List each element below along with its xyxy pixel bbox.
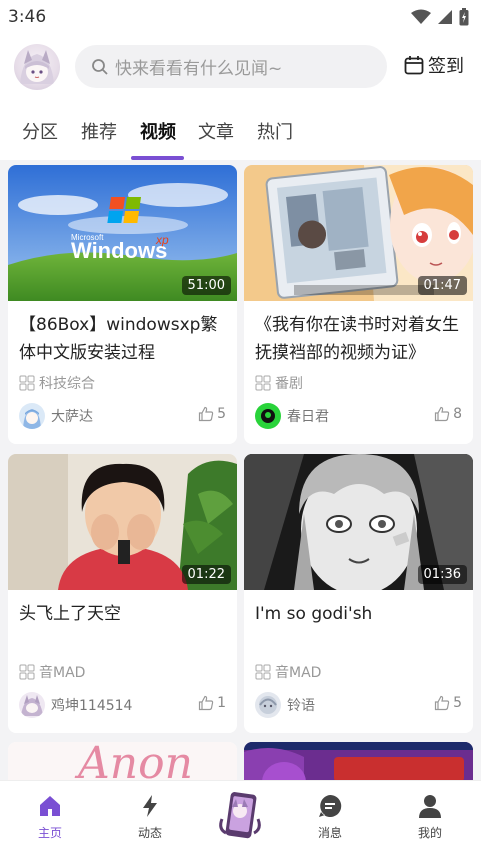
signal-icon <box>438 10 452 24</box>
video-card[interactable]: 01:22 头飞上了天空 音MAD 鸡坤114514 1 <box>8 454 237 733</box>
lightning-icon <box>143 795 157 817</box>
video-card[interactable]: 01:36 I'm so godi'sh 音MAD 铃语 5 <box>244 454 473 733</box>
like-count: 1 <box>217 695 226 711</box>
status-time: 3:46 <box>8 7 47 27</box>
author-name: 大萨达 <box>51 409 93 425</box>
thumbs-up-icon <box>434 695 450 711</box>
category-grid-icon <box>255 375 271 391</box>
status-icons <box>411 8 469 26</box>
search-icon <box>92 58 108 75</box>
active-tab-indicator <box>131 156 184 160</box>
video-duration: 51:00 <box>181 276 231 295</box>
video-card[interactable]: 01:47 《我有你在读书时对着女生抚摸裆部的视频为证》 番剧 春日君 8 <box>244 165 473 444</box>
video-duration: 01:22 <box>181 565 231 584</box>
home-icon <box>40 796 60 816</box>
video-thumbnail[interactable]: Microsoft Windows xp 51:00 <box>8 165 237 301</box>
search-bar[interactable]: 快来看看有什么见闻~ <box>75 45 387 88</box>
video-category[interactable]: 音MAD <box>19 662 85 682</box>
video-title[interactable]: 【86Box】windowsxp繁体中文版安装过程 <box>19 311 231 367</box>
nav-messages[interactable]: 消息 <box>300 793 360 841</box>
signin-label: 签到 <box>428 56 464 77</box>
video-category[interactable]: 番剧 <box>255 373 303 393</box>
tab-video[interactable]: 视频 <box>140 118 176 144</box>
category-grid-icon <box>19 375 35 391</box>
tab-hot[interactable]: 热门 <box>257 118 293 144</box>
video-category[interactable]: 音MAD <box>255 662 321 682</box>
category-grid-icon <box>19 664 35 680</box>
nav-profile[interactable]: 我的 <box>400 793 460 841</box>
author-avatar[interactable] <box>19 692 45 718</box>
video-thumbnail[interactable]: 01:36 <box>244 454 473 590</box>
video-title[interactable]: 《我有你在读书时对着女生抚摸裆部的视频为证》 <box>255 311 467 367</box>
thumbs-up-icon <box>198 695 214 711</box>
category-label: 音MAD <box>39 665 86 681</box>
like-count: 5 <box>453 695 462 711</box>
like-button[interactable]: 5 <box>434 695 462 711</box>
nav-dynamic-label: 动态 <box>137 826 162 840</box>
category-tabs: 分区 推荐 视频 文章 热门 <box>0 100 481 160</box>
status-bar: 3:46 <box>0 0 481 34</box>
thumbs-up-icon <box>198 406 214 422</box>
author-name: 春日君 <box>287 409 329 425</box>
video-duration: 01:47 <box>417 276 467 295</box>
video-thumbnail[interactable]: 01:47 <box>244 165 473 301</box>
video-duration: 01:36 <box>417 565 467 584</box>
author-name: 鸡坤114514 <box>51 698 133 714</box>
top-header: 快来看看有什么见闻~ 签到 <box>0 34 481 100</box>
bottom-nav: 主页 动态 消息 我的 <box>0 780 481 856</box>
thumb-xp-text: xp <box>156 233 169 247</box>
battery-icon <box>459 8 469 26</box>
video-author[interactable]: 鸡坤114514 <box>19 692 132 718</box>
thumbs-up-icon <box>434 406 450 422</box>
nav-messages-label: 消息 <box>317 826 342 840</box>
video-author[interactable]: 铃语 <box>255 692 315 718</box>
category-grid-icon <box>255 664 271 680</box>
nav-center-button[interactable] <box>216 789 264 841</box>
center-mascot-icon <box>219 792 261 839</box>
nav-dynamic[interactable]: 动态 <box>120 793 180 841</box>
author-avatar[interactable] <box>255 403 281 429</box>
like-count: 5 <box>217 406 226 422</box>
video-author[interactable]: 大萨达 <box>19 403 93 429</box>
nav-home-label: 主页 <box>37 826 62 840</box>
tab-article[interactable]: 文章 <box>198 118 234 144</box>
video-author[interactable]: 春日君 <box>255 403 329 429</box>
like-button[interactable]: 8 <box>434 406 462 422</box>
video-title[interactable]: I'm so godi'sh <box>255 600 467 628</box>
video-title[interactable]: 头飞上了天空 <box>19 600 231 628</box>
thumb-windows-text: Windows <box>71 238 168 263</box>
nav-profile-label: 我的 <box>417 826 442 840</box>
user-avatar[interactable] <box>14 44 60 90</box>
video-card[interactable]: Microsoft Windows xp 51:00 【86Box】window… <box>8 165 237 444</box>
like-button[interactable]: 5 <box>198 406 226 422</box>
like-count: 8 <box>453 406 462 422</box>
message-icon <box>319 794 342 817</box>
category-label: 音MAD <box>275 665 322 681</box>
profile-icon <box>419 795 441 818</box>
video-category[interactable]: 科技综合 <box>19 373 95 393</box>
calendar-icon <box>404 56 424 75</box>
author-name: 铃语 <box>287 698 315 714</box>
tab-recommend[interactable]: 推荐 <box>81 118 117 144</box>
category-label: 科技综合 <box>39 376 95 392</box>
wifi-icon <box>411 9 431 24</box>
tab-zone[interactable]: 分区 <box>22 118 58 144</box>
category-label: 番剧 <box>275 376 303 392</box>
nav-home[interactable]: 主页 <box>20 793 80 841</box>
video-thumbnail[interactable]: 01:22 <box>8 454 237 590</box>
like-button[interactable]: 1 <box>198 695 226 711</box>
signin-button[interactable]: 签到 <box>404 52 464 78</box>
author-avatar[interactable] <box>255 692 281 718</box>
author-avatar[interactable] <box>19 403 45 429</box>
search-placeholder: 快来看看有什么见闻~ <box>115 59 283 79</box>
